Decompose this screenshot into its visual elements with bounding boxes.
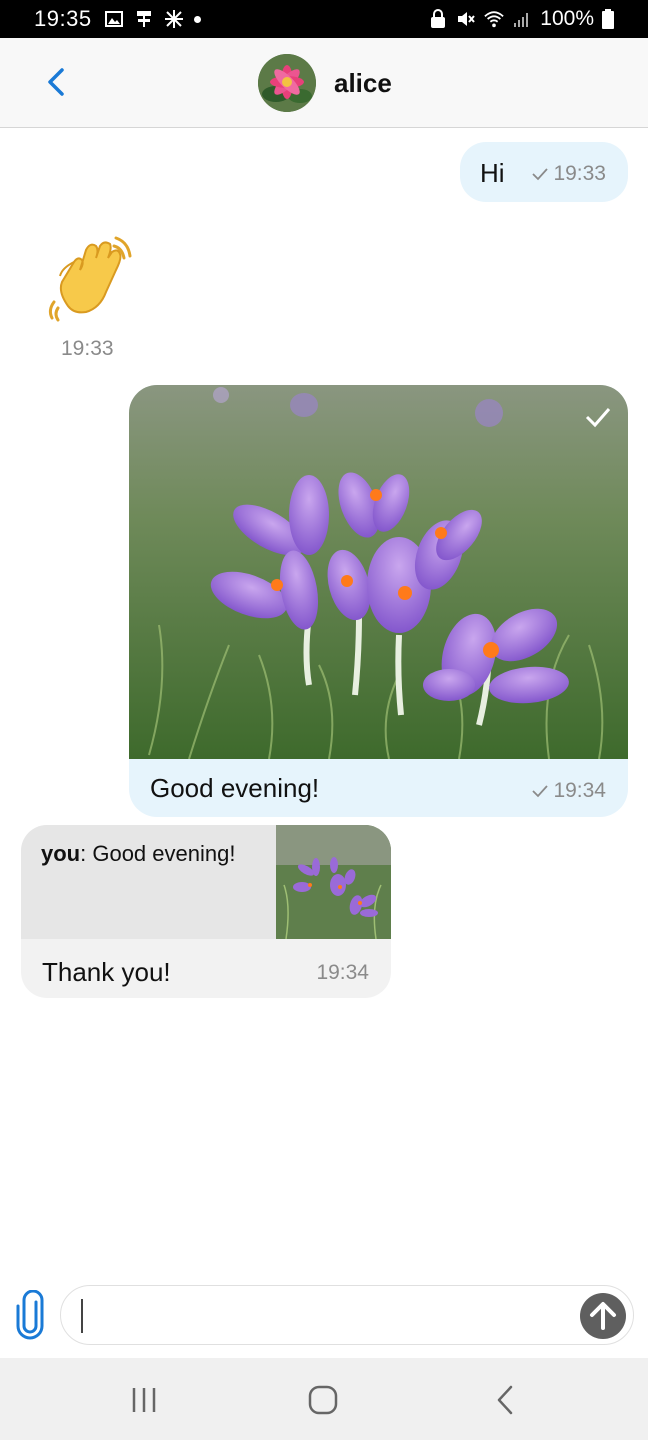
quote-author: you	[41, 841, 81, 866]
message-text: Hi	[480, 158, 505, 188]
status-bar: 19:35 100%	[0, 0, 648, 38]
image-icon	[105, 11, 123, 27]
status-time: 19:35	[34, 6, 92, 31]
message-meta: 19:34	[531, 779, 606, 803]
signal-icon	[514, 13, 529, 27]
crocus-photo[interactable]	[129, 385, 628, 759]
quoted-message[interactable]: you: Good evening!	[21, 825, 391, 939]
message-time: 19:34	[316, 961, 369, 984]
incoming-reply-message[interactable]: you: Good evening! Thank you! 19:34	[21, 825, 391, 998]
avatar[interactable]	[258, 54, 316, 112]
message-time: 19:33	[553, 162, 606, 185]
message-input[interactable]	[79, 1296, 569, 1336]
usb-icon	[137, 11, 151, 27]
message-composer[interactable]	[60, 1285, 634, 1345]
mute-icon	[458, 12, 476, 26]
waving-hand-emoji[interactable]	[44, 232, 136, 328]
check-icon	[585, 408, 611, 428]
back-icon[interactable]	[486, 1380, 526, 1420]
quote-thumbnail	[276, 825, 391, 939]
paperclip-icon[interactable]	[14, 1290, 50, 1340]
battery-icon	[602, 9, 614, 29]
arrow-up-icon[interactable]	[579, 1292, 627, 1340]
system-nav-bar	[0, 1358, 648, 1440]
quote-body: : Good evening!	[80, 841, 236, 866]
text-cursor	[81, 1299, 83, 1333]
outgoing-message[interactable]: Hi 19:33	[460, 142, 628, 202]
message-meta: 19:33	[531, 162, 606, 186]
home-icon[interactable]	[303, 1380, 343, 1420]
recent-apps-icon[interactable]	[124, 1380, 164, 1420]
contact-name[interactable]: alice	[334, 68, 392, 99]
wifi-icon	[484, 11, 504, 28]
message-time: 19:33	[61, 337, 114, 360]
chevron-left-icon[interactable]	[36, 62, 76, 102]
message-time: 19:34	[553, 779, 606, 802]
message-caption: Good evening!	[150, 773, 320, 803]
chat-header: alice	[0, 38, 648, 128]
check-icon	[532, 168, 549, 181]
battery-percent: 100%	[540, 7, 594, 30]
message-text: Thank you!	[42, 957, 171, 987]
message-meta: 19:34	[316, 961, 369, 985]
quote-text: you: Good evening!	[41, 841, 235, 867]
check-icon	[532, 785, 549, 798]
notification-dot-icon	[194, 15, 201, 23]
outgoing-image-message[interactable]: Good evening! 19:34	[129, 385, 628, 817]
lock-icon	[431, 9, 446, 28]
sync-icon	[165, 10, 183, 28]
